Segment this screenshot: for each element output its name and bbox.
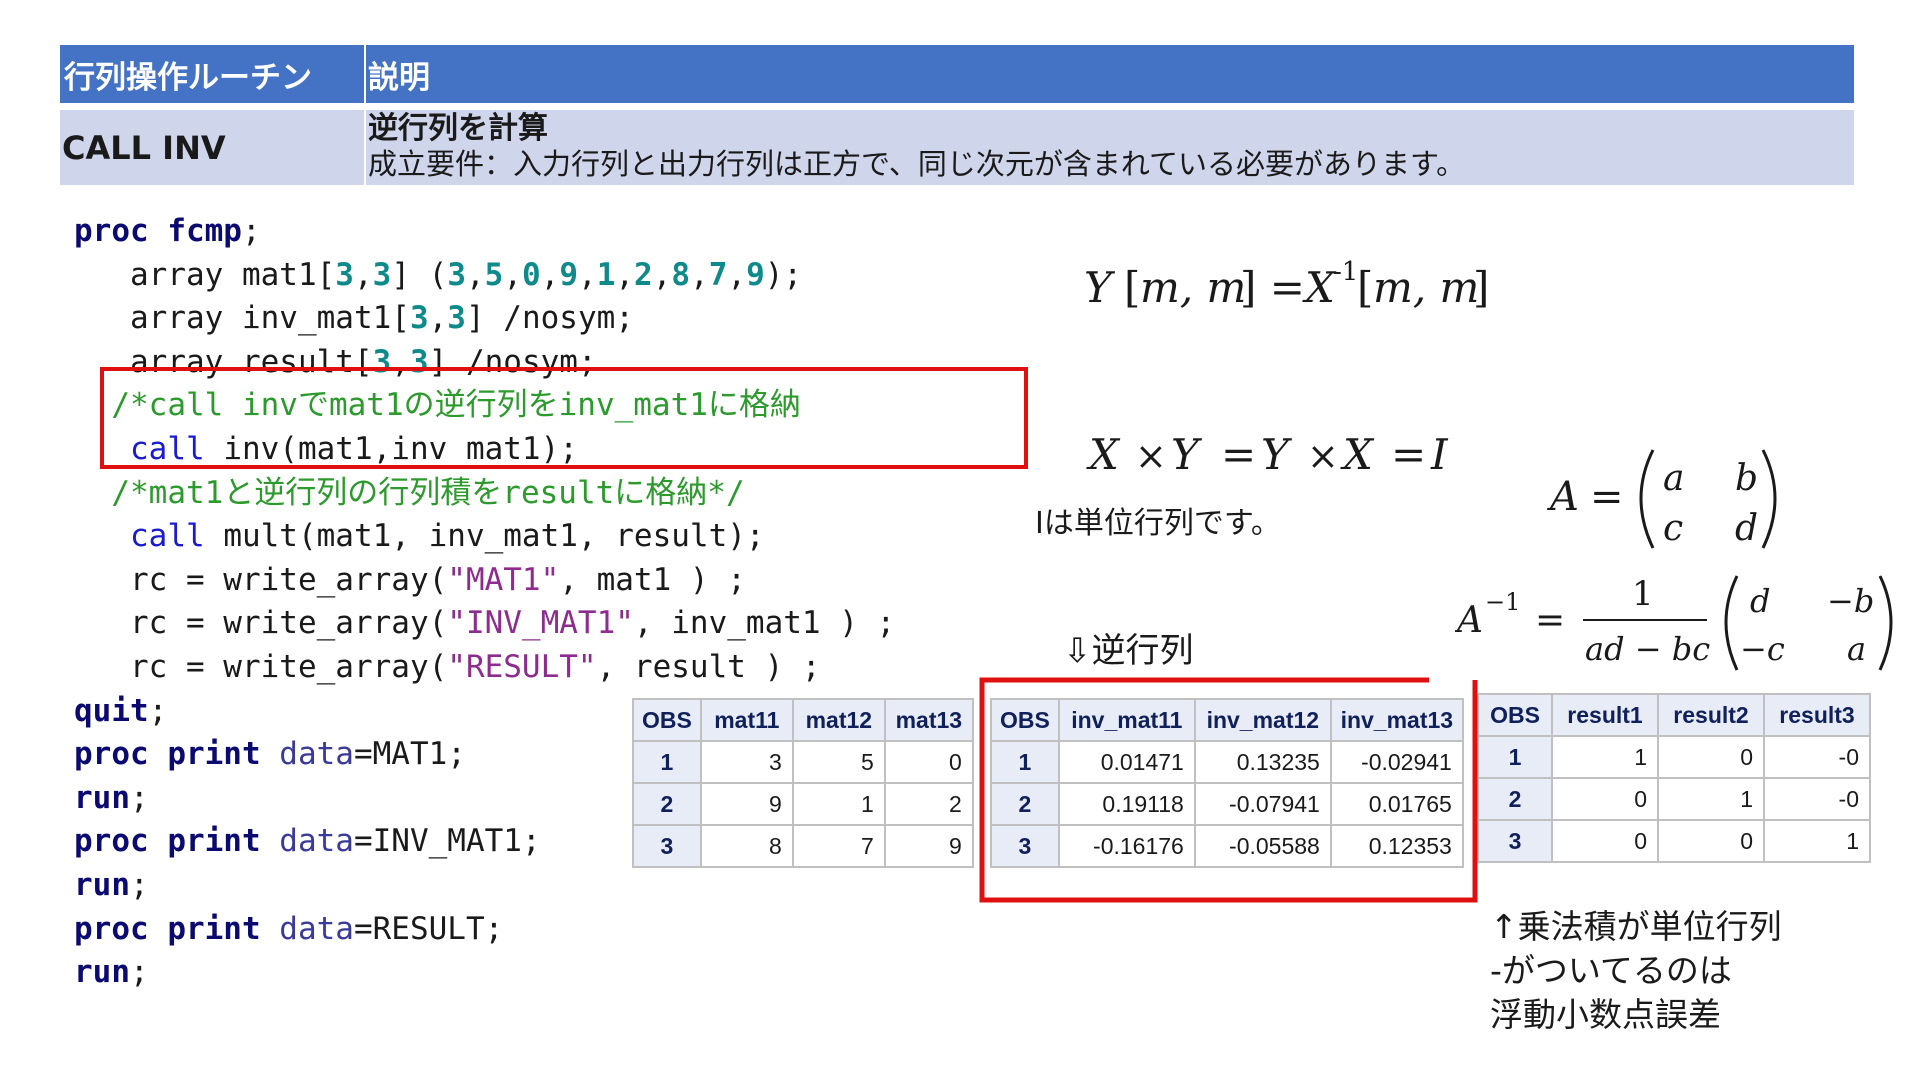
svg-text:1: 1 bbox=[1632, 574, 1654, 614]
inverse-formula: A −1 = 1 ad − bc d −b −c a bbox=[1455, 574, 1893, 671]
inv-call-highlight bbox=[100, 367, 1028, 469]
routine-title: 逆行列を計算 bbox=[368, 111, 548, 146]
svg-text:m, m: m, m bbox=[1140, 263, 1246, 312]
svg-text:] =: ] = bbox=[1240, 263, 1305, 312]
svg-text:=: = bbox=[1391, 430, 1426, 479]
table-row: 2 0 1 -0 bbox=[1477, 777, 1871, 821]
svg-text:d: d bbox=[1735, 508, 1758, 549]
svg-text:m, m: m, m bbox=[1373, 263, 1479, 312]
svg-text:c: c bbox=[1663, 508, 1683, 549]
value-cell: 7 bbox=[791, 824, 886, 868]
column-header: result2 bbox=[1657, 693, 1765, 737]
routine-description: 逆行列を計算 成立要件：入力行列と出力行列は正方で、同じ次元が含まれている必要が… bbox=[366, 110, 1854, 185]
obs-cell: 1 bbox=[632, 740, 702, 784]
svg-text:×: × bbox=[1135, 434, 1167, 478]
svg-text:d: d bbox=[1750, 582, 1770, 620]
column-header: OBS bbox=[632, 698, 702, 742]
obs-cell: 1 bbox=[1477, 735, 1553, 779]
identity-note: Iは単位行列です。 bbox=[1035, 506, 1281, 541]
value-cell: 1 bbox=[791, 782, 886, 826]
obs-cell: 3 bbox=[1477, 819, 1553, 863]
svg-text:I: I bbox=[1430, 430, 1449, 479]
value-cell: -0 bbox=[1763, 777, 1871, 821]
svg-text:−c: −c bbox=[1740, 630, 1785, 668]
value-cell: 0 bbox=[1551, 819, 1659, 863]
obs-cell: 3 bbox=[632, 824, 702, 868]
column-header: mat11 bbox=[699, 698, 794, 742]
svg-text:X: X bbox=[1302, 263, 1337, 312]
table-row: 1 1 0 -0 bbox=[1477, 735, 1871, 779]
svg-text:−1: −1 bbox=[1485, 588, 1520, 616]
value-cell: 8 bbox=[699, 824, 794, 868]
value-cell: 0 bbox=[1551, 777, 1659, 821]
table-header-row: OBS mat11 mat12 mat13 bbox=[632, 698, 974, 742]
value-cell: 2 bbox=[883, 782, 974, 826]
svg-text:]: ] bbox=[1473, 263, 1489, 312]
svg-text:a: a bbox=[1663, 458, 1684, 499]
table-row: 2912 bbox=[632, 782, 974, 826]
svg-text:A: A bbox=[1546, 474, 1579, 520]
inverse-superscript: -1 bbox=[1333, 257, 1358, 287]
obs-cell: 2 bbox=[632, 782, 702, 826]
inverse-definition-equation: Y [ m, m ] = X -1 [ m, m ] bbox=[1084, 257, 1489, 312]
svg-text:[: [ bbox=[1124, 263, 1140, 312]
svg-text:b: b bbox=[1735, 458, 1758, 499]
mat1-table: OBS mat11 mat12 mat13 1 3 5 0 2 9 1 2 3 8 7 9 bbox=[632, 698, 974, 868]
svg-text:a: a bbox=[1847, 630, 1866, 668]
routine-name: CALL INV bbox=[60, 110, 364, 185]
result-footnote: ↑乗法積が単位行列 -がついてるのは 浮動小数点誤差 bbox=[1490, 907, 1782, 1034]
svg-text:−b: −b bbox=[1827, 582, 1874, 620]
value-cell: -0 bbox=[1763, 735, 1871, 779]
column-header: result3 bbox=[1763, 693, 1871, 737]
table-row: 3001 bbox=[1477, 819, 1871, 863]
svg-text:Y: Y bbox=[1171, 430, 1203, 479]
svg-text:Y: Y bbox=[1261, 430, 1293, 479]
routine-requirement: 成立要件：入力行列と出力行列は正方で、同じ次元が含まれている必要があります。 bbox=[368, 147, 1466, 181]
value-cell: 0 bbox=[1657, 819, 1765, 863]
matrix-a-definition: A = a b c d bbox=[1546, 449, 1777, 549]
svg-text:ad − bc: ad − bc bbox=[1585, 630, 1710, 668]
column-header: mat13 bbox=[883, 698, 974, 742]
svg-text:×: × bbox=[1307, 434, 1339, 478]
identity-equation: X × Y = Y × X = I bbox=[1086, 430, 1449, 479]
svg-text:X: X bbox=[1340, 430, 1375, 479]
inverse-matrix-label: ⇩逆行列 bbox=[1063, 631, 1194, 671]
table-row: 3879 bbox=[632, 824, 974, 868]
svg-text:[: [ bbox=[1357, 263, 1373, 312]
value-cell: 0 bbox=[1657, 735, 1765, 779]
value-cell: 3 bbox=[699, 740, 794, 784]
value-cell: 9 bbox=[883, 824, 974, 868]
column-header: OBS bbox=[1477, 693, 1553, 737]
value-cell: 0 bbox=[883, 740, 974, 784]
value-cell: 5 bbox=[791, 740, 886, 784]
result-table: OBS result1 result2 result3 1 1 0 -0 2 0 1 -0 3 0 0 1 bbox=[1477, 693, 1871, 863]
svg-text:=: = bbox=[1535, 600, 1565, 641]
value-cell: 1 bbox=[1657, 777, 1765, 821]
sas-code-block: proc fcmp; array mat1[3,3] (3,5,0,9,1,2,… bbox=[74, 213, 896, 991]
column-header: mat12 bbox=[791, 698, 886, 742]
table-header-row: OBS result1 result2 result3 bbox=[1477, 693, 1871, 737]
header-col-routine: 行列操作ルーチン bbox=[60, 45, 364, 103]
value-cell: 9 bbox=[699, 782, 794, 826]
table-row: 1350 bbox=[632, 740, 974, 784]
inverse-table-highlight bbox=[979, 677, 1478, 903]
value-cell: 1 bbox=[1763, 819, 1871, 863]
svg-text:Y: Y bbox=[1084, 263, 1116, 312]
header-col-description: 説明 bbox=[366, 45, 1854, 103]
svg-text:=: = bbox=[1590, 474, 1624, 520]
column-header: result1 bbox=[1551, 693, 1659, 737]
svg-text:A: A bbox=[1455, 600, 1483, 641]
svg-text:X: X bbox=[1086, 430, 1121, 479]
obs-cell: 2 bbox=[1477, 777, 1553, 821]
svg-text:=: = bbox=[1221, 430, 1256, 479]
value-cell: 1 bbox=[1551, 735, 1659, 779]
